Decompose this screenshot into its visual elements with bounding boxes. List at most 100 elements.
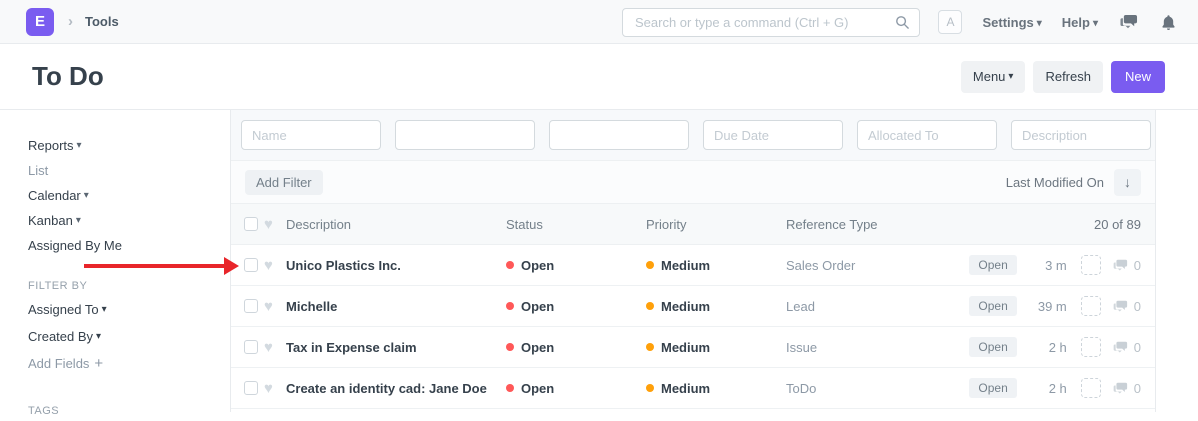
- annotation-arrow-line: [84, 264, 224, 268]
- chevron-down-icon: ▾: [1093, 18, 1098, 29]
- row-reference-type: ToDo: [786, 381, 969, 396]
- sort-direction-button[interactable]: ↓: [1114, 169, 1141, 196]
- row-priority: Medium: [661, 340, 710, 355]
- comment-icon: [1113, 300, 1129, 313]
- modified-time: 2 h: [1029, 340, 1067, 355]
- assign-placeholder[interactable]: [1081, 378, 1101, 398]
- sidebar-item-assigned-by-me[interactable]: Assigned By Me: [28, 233, 230, 258]
- priority-medium-dot: [646, 302, 654, 310]
- chat-icon[interactable]: [1120, 14, 1139, 30]
- row-checkbox[interactable]: [244, 258, 258, 272]
- row-priority: Medium: [661, 258, 710, 273]
- navbar: E › Tools A Settings▾ Help▾: [0, 0, 1198, 44]
- row-status: Open: [521, 258, 554, 273]
- page-title: To Do: [32, 61, 104, 92]
- filter-input-allocated-to[interactable]: [857, 120, 997, 150]
- sidebar-filter-assigned-to[interactable]: Assigned To▾: [28, 296, 230, 323]
- chevron-down-icon: ▾: [84, 190, 89, 201]
- comment-count: 0: [1134, 299, 1141, 314]
- column-description: Description: [286, 217, 506, 232]
- app-logo[interactable]: E: [26, 8, 54, 36]
- like-heart-icon[interactable]: ♥: [264, 257, 286, 274]
- row-status: Open: [521, 340, 554, 355]
- row-priority: Medium: [661, 381, 710, 396]
- status-open-dot: [506, 384, 514, 392]
- comment-count: 0: [1134, 340, 1141, 355]
- column-reference-type: Reference Type: [786, 217, 1094, 232]
- sidebar-item-calendar[interactable]: Calendar▾: [28, 183, 230, 208]
- sidebar-filter-created-by[interactable]: Created By▾: [28, 323, 230, 350]
- row-subject[interactable]: Unico Plastics Inc.: [286, 258, 506, 273]
- like-heart-icon[interactable]: ♥: [264, 380, 286, 397]
- row-checkbox[interactable]: [244, 299, 258, 313]
- like-heart-icon[interactable]: ♥: [264, 298, 286, 315]
- list-view: Add Filter Last Modified On ↓ ♥ Descript…: [230, 110, 1156, 412]
- status-open-dot: [506, 261, 514, 269]
- standard-filter-row: [231, 110, 1155, 161]
- status-open-dot: [506, 343, 514, 351]
- assign-placeholder[interactable]: [1081, 296, 1101, 316]
- status-badge: Open: [969, 255, 1016, 275]
- new-button[interactable]: New: [1111, 61, 1165, 93]
- add-filter-button[interactable]: Add Filter: [245, 170, 323, 195]
- sidebar-item-list[interactable]: List: [28, 158, 230, 183]
- sort-field-label[interactable]: Last Modified On: [1006, 175, 1104, 190]
- comment-icon: [1113, 382, 1129, 395]
- filter-input-2[interactable]: [395, 120, 535, 150]
- breadcrumb[interactable]: Tools: [85, 14, 119, 29]
- row-status: Open: [521, 299, 554, 314]
- notifications-bell-icon[interactable]: [1161, 14, 1176, 31]
- modified-time: 2 h: [1029, 381, 1067, 396]
- row-checkbox[interactable]: [244, 340, 258, 354]
- chevron-down-icon: ▾: [102, 304, 107, 315]
- assign-placeholder[interactable]: [1081, 337, 1101, 357]
- user-avatar[interactable]: A: [938, 10, 962, 34]
- global-search: [622, 8, 920, 37]
- priority-medium-dot: [646, 384, 654, 392]
- like-heart-icon[interactable]: ♥: [264, 339, 286, 356]
- navbar-right: A Settings▾ Help▾: [938, 0, 1176, 44]
- filter-input-description[interactable]: [1011, 120, 1151, 150]
- table-row[interactable]: ♥ Tax in Expense claim Open Medium Issue…: [231, 327, 1155, 368]
- modified-time: 39 m: [1029, 299, 1067, 314]
- comment-icon: [1113, 259, 1129, 272]
- row-subject[interactable]: Michelle: [286, 299, 506, 314]
- sidebar-item-kanban[interactable]: Kanban▾: [28, 208, 230, 233]
- page-actions: Menu▾ Refresh New: [961, 61, 1165, 93]
- table-row[interactable]: ♥ Michelle Open Medium Lead Open 39 m 0: [231, 286, 1155, 327]
- record-count[interactable]: 20 of 89: [1094, 217, 1141, 232]
- filter-input-due-date[interactable]: [703, 120, 843, 150]
- row-reference-type: Issue: [786, 340, 969, 355]
- help-menu[interactable]: Help▾: [1062, 15, 1098, 30]
- row-subject[interactable]: Create an identity cad: Jane Doe: [286, 381, 506, 396]
- settings-menu[interactable]: Settings▾: [982, 15, 1041, 30]
- priority-medium-dot: [646, 261, 654, 269]
- sidebar: Reports▾ List Calendar▾ Kanban▾ Assigned…: [0, 110, 230, 412]
- plus-icon: +: [94, 355, 103, 372]
- list-header: ♥ Description Status Priority Reference …: [231, 204, 1155, 245]
- menu-button[interactable]: Menu▾: [961, 61, 1026, 93]
- heart-icon: ♥: [264, 216, 286, 233]
- row-subject[interactable]: Tax in Expense claim: [286, 340, 506, 355]
- row-checkbox[interactable]: [244, 381, 258, 395]
- assign-placeholder[interactable]: [1081, 255, 1101, 275]
- status-open-dot: [506, 302, 514, 310]
- select-all-checkbox[interactable]: [244, 217, 258, 231]
- filter-input-name[interactable]: [241, 120, 381, 150]
- filter-actions-row: Add Filter Last Modified On ↓: [231, 161, 1155, 204]
- filter-input-3[interactable]: [549, 120, 689, 150]
- table-row[interactable]: ♥ Create an identity cad: Jane Doe Open …: [231, 368, 1155, 409]
- row-reference-type: Sales Order: [786, 258, 969, 273]
- comment-icon: [1113, 341, 1129, 354]
- status-badge: Open: [969, 296, 1016, 316]
- search-input[interactable]: [623, 9, 895, 36]
- refresh-button[interactable]: Refresh: [1033, 61, 1103, 93]
- sort-down-icon: ↓: [1124, 174, 1131, 190]
- sidebar-add-fields[interactable]: Add Fields+: [28, 350, 230, 377]
- priority-medium-dot: [646, 343, 654, 351]
- status-badge: Open: [969, 337, 1016, 357]
- column-priority: Priority: [646, 217, 786, 232]
- table-row[interactable]: ♥ Unico Plastics Inc. Open Medium Sales …: [231, 245, 1155, 286]
- sidebar-item-reports[interactable]: Reports▾: [28, 133, 230, 158]
- row-status: Open: [521, 381, 554, 396]
